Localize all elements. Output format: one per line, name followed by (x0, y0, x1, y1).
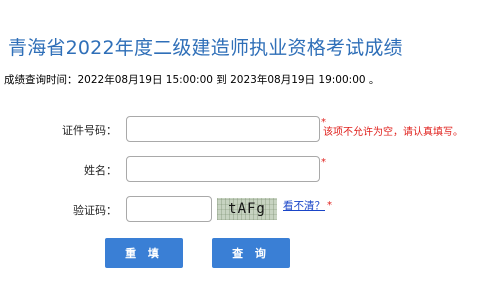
id-number-input[interactable] (126, 116, 320, 142)
captcha-refresh-link[interactable]: 看不清？ (283, 198, 325, 213)
captcha-image[interactable]: tAFg (217, 198, 277, 220)
reset-button[interactable]: 重 填 (105, 238, 183, 268)
id-number-label: 证件号码： (62, 124, 117, 137)
query-button[interactable]: 查 询 (212, 238, 290, 268)
name-input[interactable] (126, 156, 320, 182)
query-time-text: 成绩查询时间：2022年08月19日 15:00:00 到 2023年08月19… (4, 74, 380, 86)
name-required-mark: * (321, 157, 326, 168)
id-number-row: 证件号码： * 该项不允许为空，请认真填写。 (0, 116, 480, 142)
id-number-error-message: 该项不允许为空，请认真填写。 (323, 127, 463, 138)
captcha-required-mark: * (327, 200, 332, 211)
name-label: 姓名： (84, 164, 117, 177)
captcha-row: 验证码： tAFg 看不清？ * (0, 196, 480, 222)
name-row: 姓名： * (0, 156, 480, 182)
captcha-label: 验证码： (73, 204, 117, 217)
page-title: 青海省2022年度二级建造师执业资格考试成绩 (8, 37, 403, 59)
captcha-input[interactable] (126, 196, 212, 222)
